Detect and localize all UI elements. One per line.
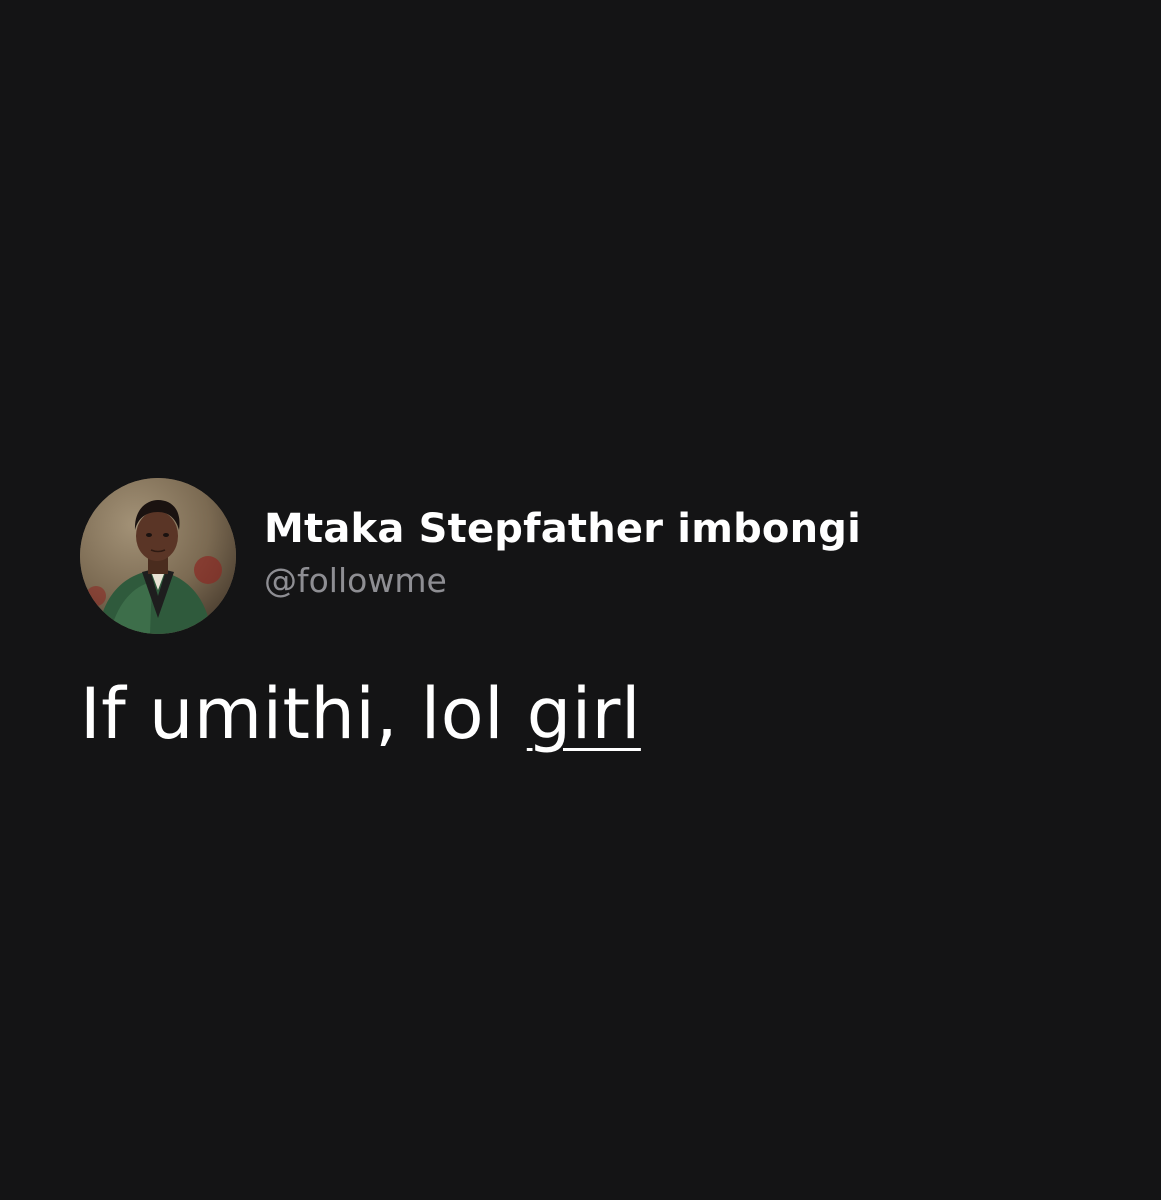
post-body-link[interactable]: girl	[527, 673, 641, 755]
post-body: If umithi, lol girl	[80, 672, 1080, 756]
avatar-portrait-image	[80, 478, 236, 634]
post-card: Mtaka Stepfather imbongi @followme If um…	[80, 478, 1080, 756]
post-header: Mtaka Stepfather imbongi @followme	[80, 478, 1080, 634]
post-body-text: If umithi, lol	[80, 673, 527, 755]
author-info: Mtaka Stepfather imbongi @followme	[264, 505, 861, 601]
avatar[interactable]	[80, 478, 236, 634]
author-handle[interactable]: @followme	[264, 561, 861, 601]
author-display-name[interactable]: Mtaka Stepfather imbongi	[264, 505, 861, 553]
